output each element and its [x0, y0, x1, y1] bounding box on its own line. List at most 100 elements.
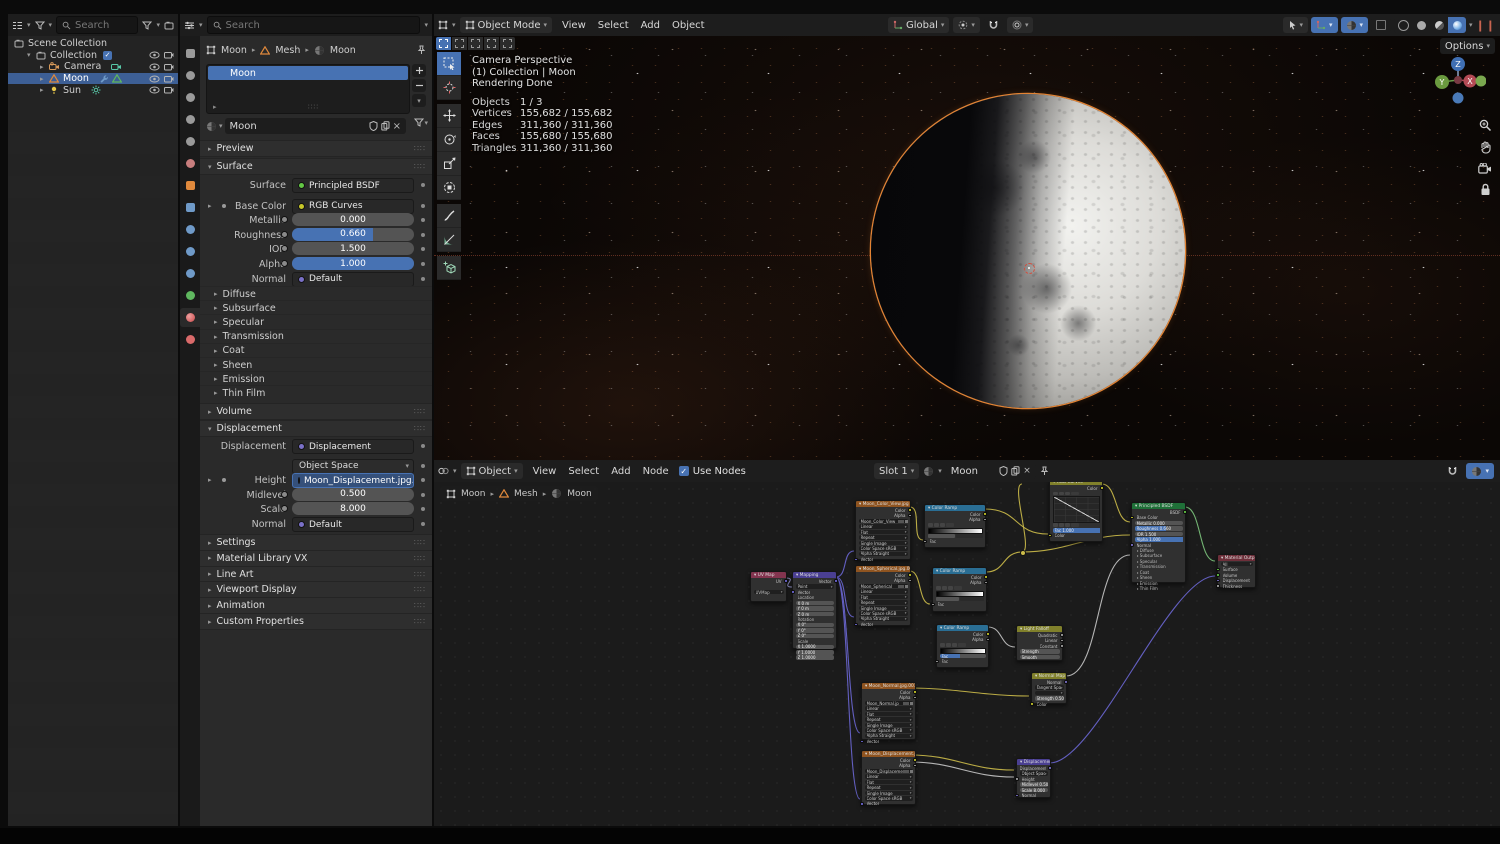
show-gizmo-dropdown[interactable]: ▾ [1282, 17, 1309, 33]
node-title[interactable]: ▾ UV Map [751, 572, 786, 578]
node-value[interactable]: Midlevel 0.500 [1019, 782, 1048, 787]
node-input-vector[interactable]: Vector [791, 590, 834, 595]
hide-eye-icon[interactable] [149, 75, 160, 83]
tool-move-button[interactable] [437, 104, 461, 128]
prop-field[interactable]: Principled BSDF [292, 178, 414, 193]
panel-header-line-art[interactable]: ▸ Line Art ∷∷ [200, 565, 432, 583]
gizmos-toggle[interactable]: ▾ [1311, 17, 1338, 33]
node-value[interactable]: Strength 0.500 [1034, 696, 1064, 701]
node-dropdown[interactable]: Single Image ▾ [864, 723, 913, 728]
node-dropdown[interactable]: Alpha Straight ▾ [864, 733, 913, 738]
node-output-alpha[interactable]: Alpha [865, 695, 917, 700]
node-output-constant[interactable]: Constant [1020, 644, 1064, 649]
unlink-icon[interactable]: × [393, 121, 401, 132]
zoom-icon[interactable] [1478, 119, 1492, 132]
subpanel-specular[interactable]: ▸ Specular [200, 314, 432, 329]
tool-measure-button[interactable] [437, 228, 461, 252]
node-title[interactable]: ▾ Moon_Spherical.jpg.001 [856, 566, 910, 572]
animate-dot[interactable] [421, 247, 425, 252]
node-title[interactable]: ▾ Moon_Normal.jpg.001 [862, 683, 915, 689]
node-dropdown[interactable]: Single Image ▾ [864, 791, 913, 796]
xray-toggle[interactable] [1371, 17, 1392, 33]
node-output-alpha[interactable]: Alpha [859, 578, 912, 583]
color-ramp-gradient[interactable] [935, 590, 984, 597]
node-output-vector[interactable]: Vector [796, 579, 838, 584]
node-normalmap[interactable]: ▾ Normal MapNormalTangent Space▾▾Strengt… [1030, 672, 1068, 707]
disclosure-arrow-icon[interactable]: ▸ [40, 86, 49, 94]
use-nodes-checkbox[interactable]: ✓ Use Nodes [678, 466, 746, 477]
node-input-thickness[interactable]: Thickness [1216, 584, 1253, 589]
node-dropdown[interactable]: Flat ▾ [858, 595, 908, 600]
node-dropdown[interactable]: Point ▾ [795, 584, 834, 589]
viewport-menu-object[interactable]: Object [666, 18, 711, 33]
node-input-volume[interactable]: Volume [1216, 573, 1253, 578]
node-title[interactable]: ▾ Mapping [793, 572, 836, 578]
node-output-uv[interactable]: UV [754, 579, 788, 584]
nav-gizmo[interactable]: Z Y X [1430, 52, 1486, 108]
viewport-editor-icon[interactable] [438, 20, 448, 30]
shader-menu-node[interactable]: Node [637, 464, 675, 479]
animate-dot[interactable] [421, 478, 425, 483]
node-input-surface[interactable]: Surface [1216, 567, 1253, 572]
outliner-row-collection[interactable]: ▾ Collection ✓ [8, 50, 178, 62]
disable-render-camera-icon[interactable] [164, 51, 174, 59]
collection-checkbox[interactable]: ✓ [103, 50, 112, 60]
node-slider[interactable]: Fac 1.000 [1052, 528, 1100, 533]
animate-dot[interactable] [421, 276, 425, 281]
node-label[interactable] [754, 584, 784, 589]
node-value[interactable]: Strength [1019, 649, 1060, 654]
animate-dot[interactable] [421, 522, 425, 526]
prop-field[interactable]: RGB Curves [292, 198, 414, 214]
node-mapping[interactable]: ▾ Mapping Vector Point ▾ Vector Location X 0 m… [791, 571, 838, 660]
animate-dot[interactable] [421, 218, 425, 223]
node-label[interactable]: ▸ Emission [1135, 581, 1183, 586]
node-title[interactable]: ▾ Moon_Color_View.jpg [856, 501, 910, 507]
fake-user-shield-icon[interactable] [999, 466, 1008, 476]
node-output-color[interactable]: Color [859, 573, 912, 578]
node-input-vector[interactable]: Vector [860, 739, 913, 744]
outliner-row-camera[interactable]: ▸ Camera [8, 61, 178, 73]
node-dispnode[interactable]: ▾ DisplacementDisplacementObject Space▾H… [1015, 758, 1052, 798]
subpanel-transmission[interactable]: ▸ Transmission [200, 328, 432, 344]
disclosure-arrow-icon[interactable]: ▸ [40, 63, 49, 71]
node-output-bsdf[interactable]: BSDF [1135, 510, 1187, 515]
node-image-selector[interactable]: Moon_Normal.jp [864, 701, 913, 706]
subpanel-diffuse[interactable]: ▸ Diffuse [200, 286, 432, 301]
node-label[interactable]: Rotation [796, 617, 834, 622]
node-value[interactable]: Z 1.0000 [795, 655, 834, 660]
node-label[interactable]: ▸ Thin Film [1135, 586, 1183, 591]
panel-header-animation[interactable]: ▸ Animation ∷∷ [200, 597, 432, 615]
node-toolbar[interactable] [1052, 522, 1100, 527]
node-uvmap[interactable]: ▾ UV Map UV UVMap ▾ [750, 571, 788, 602]
node-slider[interactable]: Fac [939, 654, 986, 659]
pan-hand-icon[interactable] [1478, 141, 1492, 154]
color-ramp-stops[interactable] [927, 534, 983, 539]
node-ramp1[interactable]: ▾ Color Ramp Color Alpha Fac [923, 504, 987, 548]
select-mode-button-4[interactable] [500, 37, 515, 50]
properties-tab-tool[interactable] [180, 44, 200, 63]
node-value[interactable]: Y 1.0000 [795, 650, 834, 655]
outliner-row-moon[interactable]: ▸ Moon [8, 72, 178, 85]
panel-header-material-library-vx[interactable]: ▸ Material Library VX ∷∷ [200, 549, 432, 567]
node-tex_disp[interactable]: ▾ Moon_Displacement.jpg.001ColorAlphaMoo… [860, 750, 917, 806]
properties-tab-output[interactable] [180, 88, 200, 107]
disclosure-arrow-icon[interactable]: ▾ [27, 51, 36, 59]
node-dropdown[interactable]: All ▾ [1220, 562, 1253, 567]
node-dropdown[interactable]: Alpha Straight ▾ [858, 551, 908, 556]
tool-scale-button[interactable] [437, 152, 461, 176]
node-overlays-toggle[interactable]: ▾ [1466, 463, 1494, 479]
mode-dropdown[interactable]: Object Mode ▾ [459, 17, 553, 33]
node-dropdown[interactable]: Repeat ▾ [864, 785, 913, 790]
node-output-alpha[interactable]: Alpha [859, 513, 912, 518]
node-input-color[interactable]: Color [1030, 702, 1064, 707]
node-output-color[interactable]: Color [865, 690, 917, 695]
copy-icon[interactable] [380, 121, 390, 131]
node-dropdown[interactable]: Tangent Space▾ [1034, 685, 1064, 690]
pin-icon[interactable] [417, 45, 426, 55]
node-dropdown[interactable]: Flat ▾ [864, 712, 913, 717]
node-dropdown[interactable]: Linear ▾ [864, 774, 913, 779]
node-label[interactable]: ▸ Transmission [1135, 564, 1183, 569]
node-image-selector[interactable]: Moon_Color_View [858, 519, 908, 524]
node-toolbar[interactable] [935, 586, 984, 591]
browse-material-icon[interactable] [923, 466, 934, 477]
